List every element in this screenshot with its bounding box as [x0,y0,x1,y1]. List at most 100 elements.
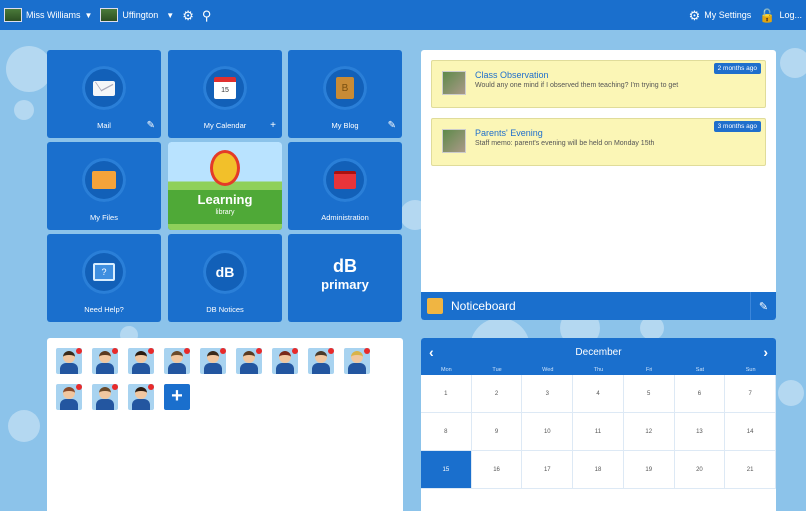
school-name: Uffington [122,10,159,20]
school-dropdown[interactable]: ▼ [162,0,178,30]
calendar-widget: ‹ December › Mon Tue Wed Thu Fri Sat Sun 12345… [421,338,776,511]
tile-db-notices[interactable]: dB DB Notices [168,234,282,322]
tile-learning-library[interactable]: Learning library [168,142,282,230]
notice-item[interactable]: Parents' Evening Staff memo: parent's ev… [431,118,766,166]
calendar-day[interactable]: 17 [522,451,574,489]
calendar-day[interactable]: 21 [725,451,776,489]
calendar-day[interactable]: 8 [421,413,472,451]
mail-icon [93,80,115,96]
tile-db-primary[interactable]: dB primary [288,234,402,322]
calendar-day[interactable]: 14 [725,413,776,451]
notice-body: Staff memo: parent's evening will be hel… [475,140,655,147]
edit-icon[interactable]: ✎ [388,120,396,131]
tile-label: My Files [90,213,118,222]
calendar-day[interactable]: 13 [674,413,726,451]
calendar-day[interactable]: 1 [421,375,472,413]
pupil-avatar[interactable] [92,384,118,410]
notice-age-badge: 2 months ago [713,63,761,74]
pupils-panel: + [47,338,403,511]
next-month-button[interactable]: › [763,344,768,360]
school-avatar [100,8,119,22]
calendar-day[interactable]: 4 [573,375,624,413]
calendar-day[interactable]: 16 [471,451,523,489]
add-icon[interactable]: + [270,120,276,131]
user-menu[interactable]: Miss Williams ▼ [0,0,96,30]
learning-library-logo: Learning library [168,142,282,230]
pupil-avatar[interactable] [164,348,190,374]
learning-title: Learning [197,192,253,207]
logout-label: Log... [779,10,802,20]
noticeboard-label: Noticeboard [451,299,516,313]
pupil-avatar[interactable] [92,348,118,374]
gears-icon: ⚙ [182,7,194,23]
pupil-avatar[interactable] [344,348,370,374]
calendar-day[interactable]: 11 [573,413,624,451]
tile-my-calendar[interactable]: 15 My Calendar + [168,50,282,138]
calendar-day[interactable]: 19 [623,451,675,489]
folder-icon [92,171,116,189]
prev-month-button[interactable]: ‹ [429,344,434,360]
tile-label: Need Help? [84,305,124,314]
calendar-day[interactable]: 2 [471,375,523,413]
notice-title: Parents' Evening [475,128,543,138]
user-name: Miss Williams [26,10,81,20]
tile-mail[interactable]: Mail ✎ [47,50,161,138]
calendar-day[interactable]: 7 [725,375,776,413]
search-icon: ⚲ [201,7,212,23]
school-menu[interactable]: Uffington [96,0,162,30]
noticeboard-panel: Class Observation Would any one mind if … [421,50,776,320]
db-notices-icon: dB [215,264,235,280]
settings-label: My Settings [704,10,752,20]
tile-label: Mail [97,121,111,130]
weekday-label: Tue [492,367,502,373]
tile-my-blog[interactable]: B My Blog ✎ [288,50,402,138]
search-button[interactable]: ⚲ [198,0,216,30]
calendar-day[interactable]: 20 [674,451,726,489]
notice-thumbnail [442,71,466,95]
calendar-day[interactable]: 3 [522,375,574,413]
calendar-day[interactable]: 9 [471,413,523,451]
notice-body: Would any one mind if I observed them te… [475,82,679,89]
blog-icon: B [336,77,354,99]
pupil-avatar[interactable] [128,384,154,410]
noticeboard-footer: Noticeboard ✎ [421,292,776,320]
calendar-day[interactable]: 15 [421,451,472,489]
tile-administration[interactable]: Administration [288,142,402,230]
calendar-day[interactable]: 6 [674,375,726,413]
add-pupil-button[interactable]: + [164,384,190,410]
settings-button[interactable]: ⚙ My Settings [685,0,756,30]
calendar-grid: 1 2 3 4 5 6 7 8 9 10 11 12 13 14 15 16 17 18 19 20 21 [421,375,776,489]
calendar-month: December [575,346,622,358]
notice-age-badge: 3 months ago [713,121,761,132]
calendar-day[interactable]: 5 [623,375,675,413]
tile-need-help[interactable]: ? Need Help? [47,234,161,322]
logout-button[interactable]: 🔓 Log... [755,0,806,30]
chevron-down-icon: ▼ [84,10,93,20]
weekday-label: Fri [645,367,653,373]
weekday-label: Wed [542,367,554,373]
top-bar: Miss Williams ▼ Uffington ▼ ⚙ ⚲ ⚙ My Set… [0,0,806,30]
edit-noticeboard-button[interactable]: ✎ [750,292,776,320]
notice-title: Class Observation [475,70,549,80]
tile-label: Administration [321,213,369,222]
tile-my-files[interactable]: My Files [47,142,161,230]
edit-icon[interactable]: ✎ [147,120,155,131]
calendar-day[interactable]: 10 [522,413,574,451]
weekday-label: Sun [745,367,756,373]
notice-item[interactable]: Class Observation Would any one mind if … [431,60,766,108]
pupil-avatar[interactable] [308,348,334,374]
pupil-avatar[interactable] [272,348,298,374]
pupil-avatar[interactable] [128,348,154,374]
pupil-avatar[interactable] [56,384,82,410]
calendar-day[interactable]: 12 [623,413,675,451]
weekday-header: Mon Tue Wed Thu Fri Sat Sun [421,366,776,375]
noticeboard-icon [427,298,443,314]
tile-label: My Calendar [203,121,247,130]
learning-subtitle: library [215,209,235,216]
pupil-avatar[interactable] [56,348,82,374]
user-avatar [4,8,22,22]
pupil-avatar[interactable] [200,348,226,374]
apps-button[interactable]: ⚙ [178,0,198,30]
pupil-avatar[interactable] [236,348,262,374]
calendar-day[interactable]: 18 [573,451,624,489]
